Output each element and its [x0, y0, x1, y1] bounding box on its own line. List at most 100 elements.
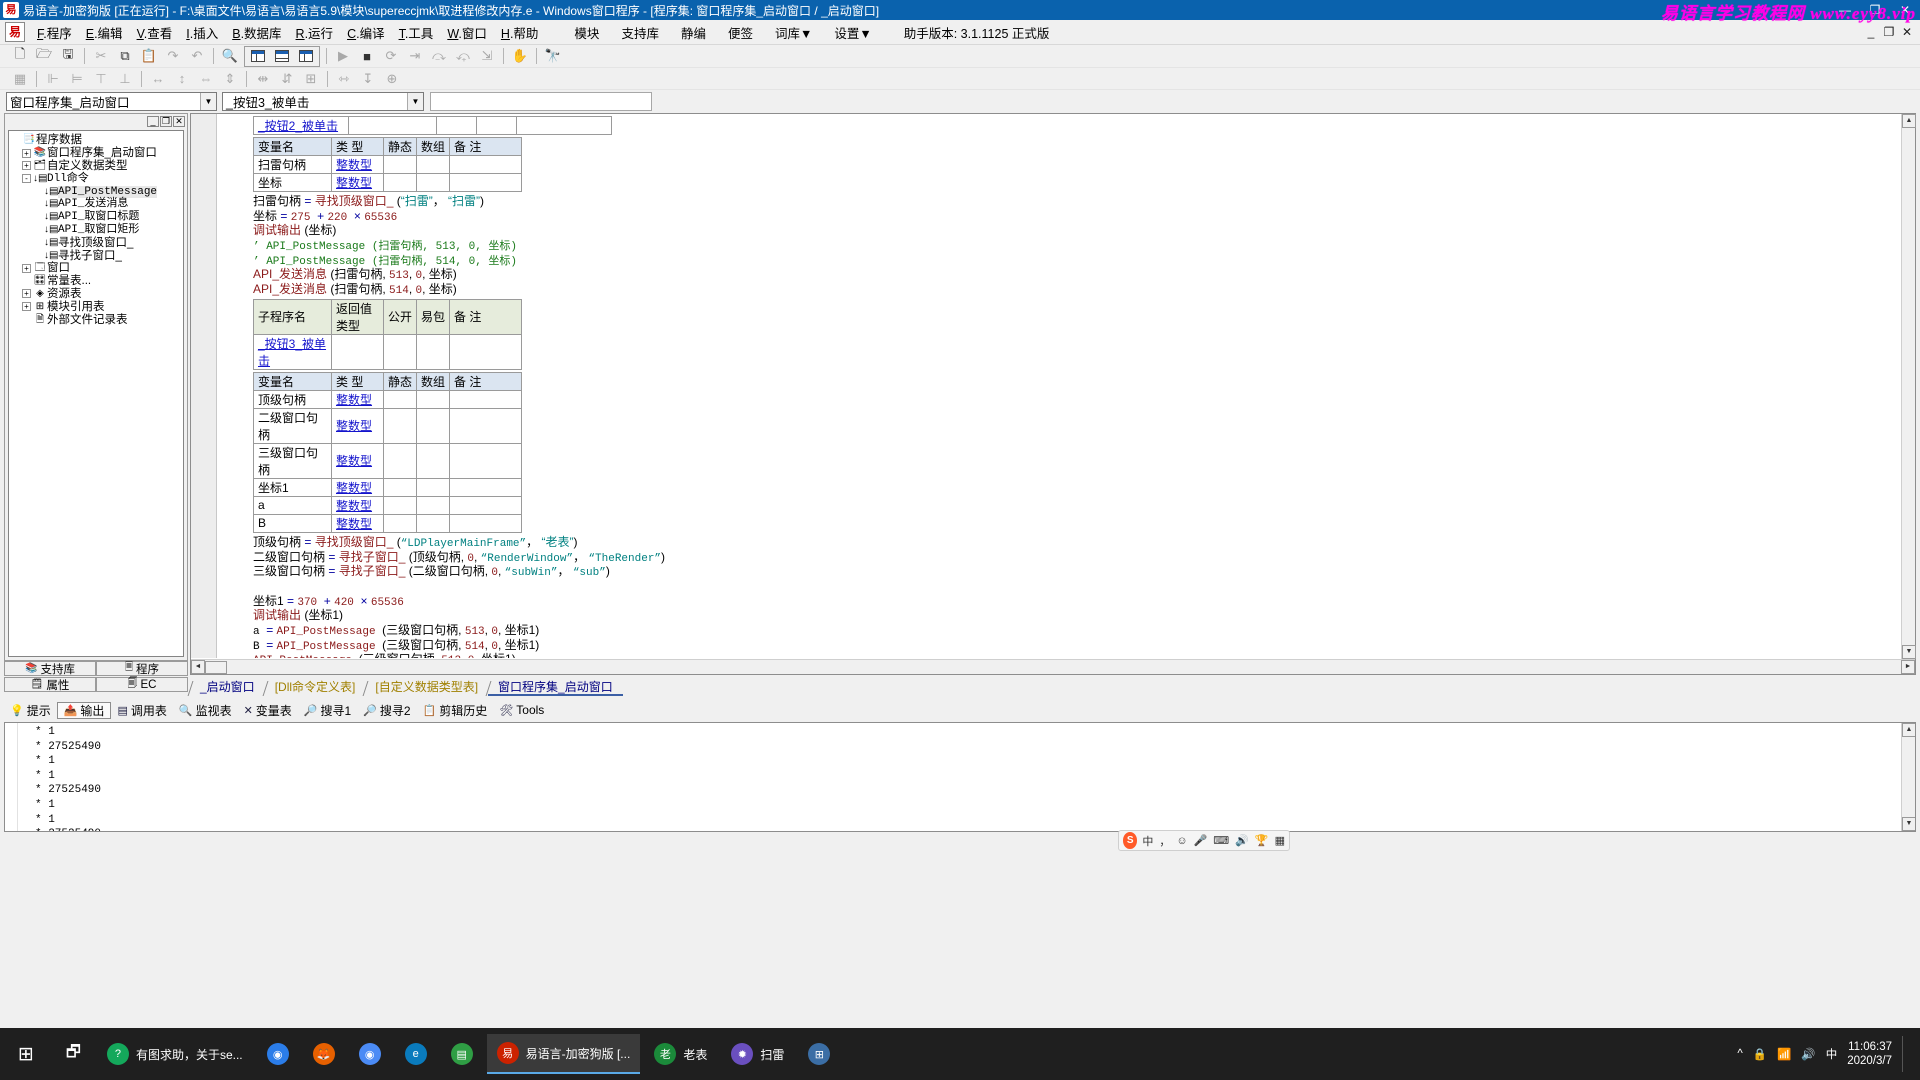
menu-extra-5[interactable]: 设置▼ — [823, 20, 882, 45]
split-vertical-icon[interactable] — [247, 46, 269, 66]
space-vertical-icon[interactable]: ⇵ — [276, 69, 298, 89]
dock-restore-icon[interactable]: ❐ — [160, 115, 172, 127]
left-tab-support-library[interactable]: 📚 支持库 — [4, 661, 96, 676]
code-line[interactable]: ▸▸调试输出 (坐标1) — [217, 608, 1901, 623]
sub2-variable-table-row[interactable]: 二级窗口句柄 整数型 — [253, 407, 522, 444]
bottom-tab-variable-table[interactable]: ✕ 变量表 — [238, 702, 298, 719]
taskbar-item-laobiao[interactable]: 老老表 — [644, 1034, 717, 1074]
taskbar-item-firefox[interactable]: 🦊 — [303, 1034, 345, 1074]
taskbar-item-app-window[interactable]: ⊞ — [798, 1034, 840, 1074]
scroll-down-icon[interactable]: ▼ — [1902, 645, 1916, 659]
tree-node[interactable]: ↓▤ 寻找子窗口_ — [11, 249, 183, 262]
ime-item-6[interactable]: 🏆 — [1255, 834, 1269, 847]
tree-node[interactable]: ↓▤ API_取窗口标题 — [11, 211, 183, 224]
ime-item-4[interactable]: ⌨ — [1213, 834, 1229, 847]
sub2-subroutine-table[interactable]: 子程序名 返回值类型 公开 易包备 注 _按钮3_被单击 — [253, 298, 522, 370]
output-scroll-up-icon[interactable]: ▲ — [1902, 723, 1915, 737]
bottom-panel-tabs[interactable]: 💡 提示 📤 输出 ▤ 调用表 🔍 监视表 ✕ 变量表 🔎 搜寻1 🔎 搜寻2 📋 剪辑历史 🛠 Tools — [4, 700, 1916, 720]
scroll-left-icon[interactable]: ◄ — [191, 660, 205, 674]
mdi-close-icon[interactable]: ✕ — [1898, 25, 1916, 39]
step-into-icon[interactable]: ⇥ — [404, 46, 426, 66]
doc-tab-custom-datatype-table[interactable]: [自定义数据类型表] — [365, 679, 489, 696]
chevron-down-icon[interactable]: ▼ — [200, 92, 216, 110]
fit-both-icon[interactable]: ⊕ — [381, 69, 403, 89]
fit-width-icon[interactable]: ⇿ — [333, 69, 355, 89]
output-panel[interactable]: * 1* 27525490* 1* 1* 27525490* 1* 1* 275… — [4, 722, 1916, 832]
clock[interactable]: 11:06:37 2020/3/7 — [1847, 1040, 1892, 1068]
bottom-tab-output[interactable]: 📤 输出 — [56, 701, 112, 719]
sub1-variable-table-type-link[interactable]: 整数型 — [336, 176, 372, 190]
program-set-selector[interactable]: 窗口程序集_启动窗口 ▼ — [6, 91, 217, 111]
chevron-down-icon[interactable]: ▼ — [407, 92, 423, 110]
tree-node[interactable]: + 🗂 自定义数据类型 — [11, 160, 183, 173]
sub1-variable-table[interactable]: 变量名类 型静态 数组备 注扫雷句柄 整数型 坐标 整数型 — [253, 137, 522, 192]
mdi-restore-icon[interactable]: ❐ — [1880, 25, 1898, 39]
code-line[interactable] — [217, 579, 1901, 594]
sub2-variable-table[interactable]: 变量名类 型静态 数组备 注顶级句柄 整数型 二级窗口句柄 整数型 三级窗口句柄 整数型 坐标… — [253, 371, 522, 533]
taskbar-item-minesweeper[interactable]: ✹ 扫雷 — [721, 1034, 794, 1074]
menu-extra-4[interactable]: 词库▼ — [764, 20, 823, 45]
sub2-variable-table-type-link[interactable]: 整数型 — [336, 517, 372, 531]
sogou-ime-icon[interactable]: S — [1123, 832, 1138, 849]
save-file-icon[interactable]: 🖫 — [57, 46, 79, 66]
sub2-variable-table-type-link[interactable]: 整数型 — [336, 481, 372, 495]
expand-icon[interactable]: + — [22, 148, 31, 158]
center-vertical-icon[interactable]: ↕ — [171, 69, 193, 89]
tray-security-icon[interactable]: 🔒 — [1753, 1047, 1767, 1061]
align-bottom-icon[interactable]: ⊥ — [114, 69, 136, 89]
redo-icon[interactable]: ↷ — [162, 46, 184, 66]
restart-icon[interactable]: ⟳ — [380, 46, 402, 66]
ime-item-2[interactable]: ☺ — [1176, 835, 1187, 847]
menu-item-c[interactable]: C.编译 — [340, 20, 392, 45]
code-line[interactable]: 二级窗口句柄 = 寻找子窗口_ (顶级句柄, 0, “RenderWindow”… — [217, 550, 1901, 565]
sub2-variable-table-row[interactable]: 顶级句柄 整数型 — [253, 389, 522, 409]
doc-tab-window-program-set[interactable]: 窗口程序集_启动窗口 — [488, 679, 623, 696]
sub1-variable-table-row[interactable]: 坐标 整数型 — [253, 173, 522, 192]
ime-item-7[interactable]: ▦ — [1275, 834, 1285, 847]
search-help-icon[interactable]: 🔭 — [542, 46, 564, 66]
menu-item-b[interactable]: B.数据库 — [225, 20, 288, 45]
tray-ime-icon[interactable]: 中 — [1826, 1046, 1838, 1062]
menu-item-h[interactable]: H.帮助 — [494, 20, 546, 45]
taskbar-item-browser-question[interactable]: ? 有图求助，关于se... — [97, 1034, 253, 1074]
sub1-name-strip[interactable]: _按钮2_被单击 — [253, 116, 612, 135]
taskbar-item-edge[interactable]: e — [395, 1034, 437, 1074]
task-view-button[interactable]: 🗗 — [54, 1034, 93, 1074]
undo-icon[interactable]: ↶ — [186, 46, 208, 66]
taskbar-item-e-language[interactable]: 易易语言-加密狗版 [... — [486, 1034, 641, 1074]
size-equal-icon[interactable]: ⊞ — [300, 69, 322, 89]
document-tabs[interactable]: _启动窗口 [Dll命令定义表] [自定义数据类型表] 窗口程序集_启动窗口 — [190, 678, 1916, 696]
code-line[interactable]: API_PostMessage (三级窗口句柄, 513, 0, 坐标1) — [217, 652, 1901, 658]
ime-toolbar[interactable]: S 中 ， ☺ 🎤 ⌨ 🔊 🏆 ▦ — [1118, 830, 1290, 851]
code-line[interactable]: 坐标 = 275 + 220 × 65536 — [217, 209, 1901, 224]
space-horizontal-icon[interactable]: ⇹ — [252, 69, 274, 89]
sub2-variable-table-type-link[interactable]: 整数型 — [336, 393, 372, 407]
doc-tab-startup-window[interactable]: _启动窗口 — [190, 679, 265, 696]
paste-icon[interactable]: 📋 — [138, 46, 160, 66]
extra-field[interactable] — [430, 91, 652, 111]
bottom-tab-search1[interactable]: 🔎 搜寻1 — [298, 702, 357, 719]
align-right-icon[interactable]: ⊨ — [66, 69, 88, 89]
code-line[interactable]: ▸▸调试输出 (坐标) — [217, 223, 1901, 238]
menu-extra-0[interactable]: 模块 — [563, 20, 610, 45]
scroll-thumb[interactable] — [205, 660, 227, 674]
sub2-variable-table-row[interactable]: 坐标1 整数型 — [253, 477, 522, 497]
center-horizontal-icon[interactable]: ↔ — [147, 69, 169, 89]
code-line[interactable]: ’ API_PostMessage (扫雷句柄, 514, 0, 坐标) — [217, 253, 1901, 268]
same-width-icon[interactable]: ⇔ — [195, 69, 217, 89]
menu-item-w[interactable]: W.窗口 — [440, 20, 494, 45]
left-tab-ec[interactable]: 🗐 EC — [96, 677, 188, 692]
bottom-tab-clipboard-history[interactable]: 📋 剪辑历史 — [417, 702, 494, 719]
mdi-minimize-icon[interactable]: _ — [1862, 25, 1880, 39]
menu-extra-3[interactable]: 便签 — [717, 20, 764, 45]
expand-icon[interactable]: + — [22, 289, 31, 299]
menu-item-f[interactable]: F.程序 — [30, 20, 79, 45]
tree-node[interactable]: ↓▤ 寻找顶级窗口_ — [11, 236, 183, 249]
dock-close-icon[interactable]: ✕ — [173, 115, 185, 127]
align-left-icon[interactable]: ⊩ — [42, 69, 64, 89]
left-tab-properties[interactable]: 🗒 属性 — [4, 677, 96, 692]
ime-item-5[interactable]: 🔊 — [1235, 834, 1249, 847]
code-line[interactable]: 顶级句柄 = 寻找顶级窗口_ (“LDPlayerMainFrame”， “老表… — [217, 535, 1901, 550]
stop-icon[interactable]: ■ — [356, 46, 378, 66]
expand-icon[interactable]: + — [22, 263, 31, 273]
